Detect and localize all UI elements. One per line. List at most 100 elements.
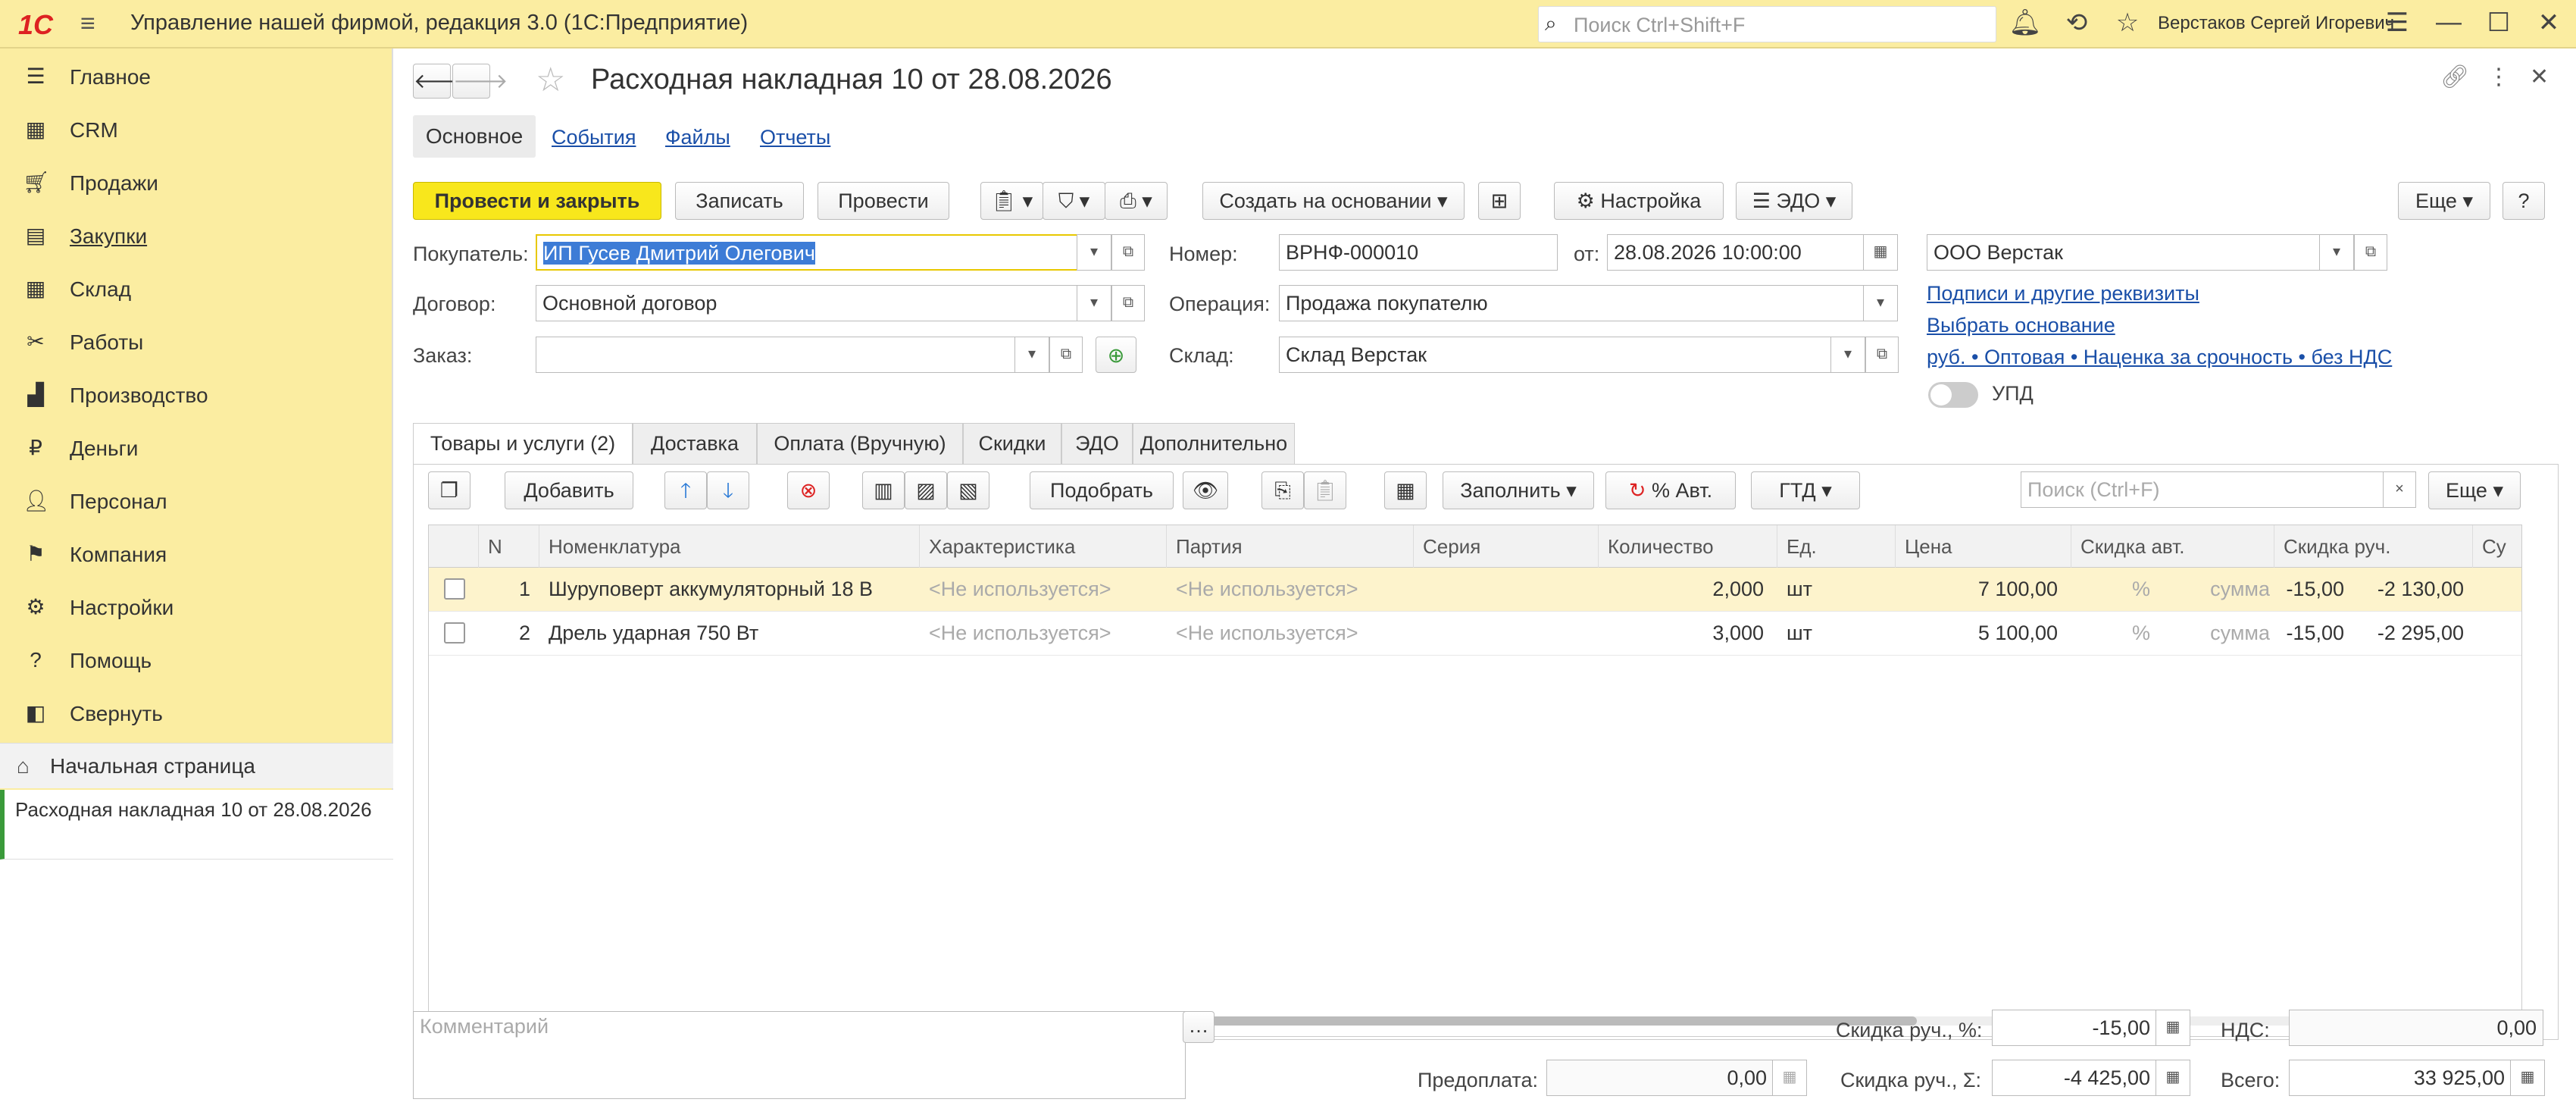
sidebar-item-company[interactable]: ⚑ Компания bbox=[0, 531, 393, 578]
col-price[interactable]: Цена bbox=[1896, 525, 2071, 568]
app-logo[interactable]: 1С bbox=[18, 9, 53, 41]
row-batch[interactable]: <Не используется> bbox=[1176, 568, 1411, 610]
save-button[interactable]: Записать bbox=[675, 182, 804, 220]
contract-open-icon[interactable]: ⧉ bbox=[1111, 285, 1145, 321]
row-manual-pct[interactable]: -15,00 bbox=[2274, 612, 2344, 654]
order-field[interactable] bbox=[536, 337, 1016, 373]
maximize-icon[interactable]: ☐ bbox=[2482, 8, 2515, 38]
calendar-icon[interactable]: ▦ bbox=[1863, 234, 1898, 271]
col-series[interactable]: Серия bbox=[1414, 525, 1599, 568]
create-order-icon[interactable]: ⊕ bbox=[1096, 337, 1136, 373]
sidebar-item-main[interactable]: ☰ Главное bbox=[0, 53, 393, 100]
row-series[interactable] bbox=[1423, 568, 1597, 610]
close-form-icon[interactable]: ✕ bbox=[2530, 64, 2549, 90]
delete-row-icon[interactable]: ⊗ bbox=[787, 471, 830, 509]
star-icon[interactable]: ☆ bbox=[2111, 8, 2144, 38]
forward-icon[interactable]: 🡒 bbox=[452, 64, 508, 99]
add-row-button[interactable]: Добавить bbox=[505, 471, 633, 509]
settings-button[interactable]: ⚙ Настройка bbox=[1554, 182, 1724, 220]
row-manual-sum[interactable]: -2 130,00 bbox=[2350, 568, 2464, 610]
user-name[interactable]: Верстаков Сергей Игоревич bbox=[2158, 13, 2394, 34]
contract-field[interactable]: Основной договор bbox=[536, 285, 1078, 321]
col-manual-discount[interactable]: Скидка руч. bbox=[2274, 525, 2473, 568]
paste-icon[interactable]: 📋︎ bbox=[1304, 471, 1346, 509]
col-sum[interactable]: Су bbox=[2473, 525, 2521, 568]
row-unit[interactable]: шт bbox=[1787, 568, 1893, 610]
clear-search-icon[interactable]: × bbox=[2383, 471, 2416, 508]
bell-icon[interactable]: 🔔︎ bbox=[2009, 8, 2042, 38]
sidebar-item-help[interactable]: ? Помощь bbox=[0, 637, 393, 684]
tab-main[interactable]: Основное bbox=[413, 115, 536, 158]
edo-button[interactable]: ☰ ЭДО ▾ bbox=[1736, 182, 1852, 220]
choose-basis-link[interactable]: Выбрать основание bbox=[1927, 314, 2115, 337]
disc-pct-calc-icon[interactable]: ▦ bbox=[2156, 1010, 2190, 1046]
row-auto-sum[interactable]: сумма bbox=[2156, 568, 2270, 610]
col-batch[interactable]: Партия bbox=[1167, 525, 1414, 568]
tab-files[interactable]: Файлы bbox=[665, 126, 730, 149]
contract-dropdown-icon[interactable]: ▾ bbox=[1077, 285, 1111, 321]
comment-field[interactable]: Комментарий bbox=[413, 1011, 1186, 1099]
help-button[interactable]: ? bbox=[2503, 182, 2545, 220]
disc-pct-field[interactable]: -15,00 bbox=[1992, 1010, 2157, 1046]
sidebar-item-works[interactable]: ✂ Работы bbox=[0, 318, 393, 365]
row-price[interactable]: 5 100,00 bbox=[1896, 612, 2058, 654]
signatures-link[interactable]: Подписи и другие реквизиты bbox=[1927, 282, 2199, 305]
order-dropdown-icon[interactable]: ▾ bbox=[1014, 337, 1049, 373]
col-characteristic[interactable]: Характеристика bbox=[920, 525, 1167, 568]
order-open-icon[interactable]: ⧉ bbox=[1049, 337, 1083, 373]
row-auto-pct[interactable]: % bbox=[2071, 612, 2150, 654]
create-based-on-button[interactable]: Создать на основании ▾ bbox=[1202, 182, 1465, 220]
sidebar-item-warehouse[interactable]: ▦ Склад bbox=[0, 265, 393, 312]
col-item[interactable]: Номенклатура bbox=[539, 525, 920, 568]
comment-expand-button[interactable]: … bbox=[1183, 1011, 1215, 1043]
global-search-input[interactable]: ⌕ Поиск Ctrl+Shift+F bbox=[1538, 6, 1996, 42]
sidebar-item-money[interactable]: ₽ Деньги bbox=[0, 424, 393, 471]
history-icon[interactable]: ⟲ bbox=[2060, 8, 2093, 38]
col-unit[interactable]: Ед. bbox=[1777, 525, 1896, 568]
buyer-field[interactable]: ИП Гусев Дмитрий Олегович bbox=[536, 234, 1078, 271]
open-document-tab[interactable]: Расходная накладная 10 от 28.08.2026 bbox=[0, 790, 393, 860]
link-icon[interactable]: 🔗︎ bbox=[2440, 64, 2469, 90]
filter-menu-button[interactable]: ⛉ ▾ bbox=[1043, 182, 1105, 220]
row-characteristic[interactable]: <Не используется> bbox=[929, 568, 1164, 610]
warehouse-field[interactable]: Склад Верстак bbox=[1279, 337, 1832, 373]
sidebar-item-production[interactable]: ▟ Производство bbox=[0, 371, 393, 418]
barcode-icon[interactable]: ▥ bbox=[862, 471, 905, 509]
excel-icon[interactable]: ▦ bbox=[1384, 471, 1427, 509]
copy-rows-icon[interactable]: ❐ bbox=[428, 471, 470, 509]
prices-link[interactable]: руб. • Оптовая • Наценка за срочность • … bbox=[1927, 346, 2392, 369]
table-search-input[interactable]: Поиск (Ctrl+F) bbox=[2021, 471, 2384, 508]
buyer-open-icon[interactable]: ⧉ bbox=[1111, 234, 1145, 271]
date-field[interactable]: 28.08.2026 10:00:00 bbox=[1607, 234, 1865, 271]
operation-dropdown-icon[interactable]: ▾ bbox=[1863, 285, 1898, 321]
structure-icon[interactable]: ⊞ bbox=[1478, 182, 1521, 220]
pick-button[interactable]: Подобрать bbox=[1030, 471, 1174, 509]
company-field[interactable]: ООО Верстак bbox=[1927, 234, 2321, 271]
row-manual-sum[interactable]: -2 295,00 bbox=[2350, 612, 2464, 654]
sidebar-item-sales[interactable]: 🛒︎ Продажи bbox=[0, 159, 393, 206]
close-window-icon[interactable]: ✕ bbox=[2532, 8, 2565, 38]
auto-discount-button[interactable]: ↻ % Авт. bbox=[1605, 471, 1736, 509]
sidebar-item-staff[interactable]: 👤︎ Персонал bbox=[0, 478, 393, 525]
tab-delivery[interactable]: Доставка bbox=[633, 423, 757, 464]
row-unit[interactable]: шт bbox=[1787, 612, 1893, 654]
settings-menu-icon[interactable]: ☰ bbox=[2381, 8, 2414, 38]
tab-events[interactable]: События bbox=[552, 126, 636, 149]
tab-payment[interactable]: Оплата (Вручную) bbox=[757, 423, 963, 464]
operation-field[interactable]: Продажа покупателю bbox=[1279, 285, 1864, 321]
sidebar-item-settings[interactable]: ⚙ Настройки bbox=[0, 584, 393, 631]
fill-button[interactable]: Заполнить ▾ bbox=[1443, 471, 1594, 509]
row-item[interactable]: Дрель ударная 750 Вт bbox=[549, 612, 917, 654]
row-quantity[interactable]: 2,000 bbox=[1599, 568, 1764, 610]
main-menu-icon[interactable]: ≡ bbox=[80, 9, 95, 39]
post-and-close-button[interactable]: Провести и закрыть bbox=[413, 182, 661, 220]
create-doc-menu-button[interactable]: 📋︎ ▾ bbox=[980, 182, 1043, 220]
more-button[interactable]: Еще ▾ bbox=[2398, 182, 2490, 220]
row-auto-sum[interactable]: сумма bbox=[2156, 612, 2270, 654]
data-collection-icon[interactable]: ▧ bbox=[947, 471, 989, 509]
disc-sum-field[interactable]: -4 425,00 bbox=[1992, 1060, 2157, 1096]
upd-toggle[interactable] bbox=[1928, 382, 1978, 408]
row-characteristic[interactable]: <Не используется> bbox=[929, 612, 1164, 654]
col-quantity[interactable]: Количество bbox=[1599, 525, 1777, 568]
col-auto-discount[interactable]: Скидка авт. bbox=[2071, 525, 2274, 568]
